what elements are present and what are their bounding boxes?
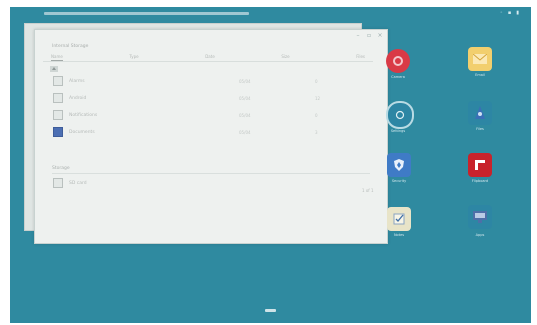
status-bar: ◦ ▪ ▮ bbox=[10, 7, 531, 19]
folder-icon bbox=[53, 110, 63, 120]
file-size: 12 bbox=[315, 95, 321, 101]
section-header: Storage bbox=[52, 166, 70, 171]
window-titlebar: – ▫ × bbox=[35, 30, 387, 42]
app-label: Notes bbox=[393, 233, 405, 237]
notification-bar[interactable] bbox=[44, 11, 249, 15]
camera-icon[interactable] bbox=[386, 49, 410, 73]
notes-icon[interactable] bbox=[387, 207, 411, 231]
status-icons: ◦ ▪ ▮ bbox=[500, 10, 519, 16]
list-item[interactable]: SD card bbox=[45, 176, 371, 190]
up-folder-icon[interactable] bbox=[50, 66, 58, 72]
tab-type[interactable]: Type bbox=[129, 52, 138, 61]
tablet-screen: ◦ ▪ ▮ – ▫ × Internal Storage Name Type D… bbox=[10, 7, 531, 323]
file-date: 05/04 bbox=[239, 95, 251, 101]
app-grid-icon[interactable] bbox=[468, 205, 492, 229]
file-name: Android bbox=[69, 95, 87, 101]
file-date: 05/04 bbox=[239, 78, 251, 84]
folder-icon bbox=[53, 76, 63, 86]
column-tabs: Name Type Date Size Files bbox=[43, 52, 373, 62]
list-item[interactable]: Android 05/04 12 bbox=[45, 91, 371, 105]
home-button[interactable] bbox=[265, 309, 276, 312]
file-name: Documents bbox=[69, 129, 95, 135]
app-label: Files bbox=[476, 127, 484, 131]
folder-icon bbox=[53, 127, 63, 137]
file-size: 3 bbox=[315, 129, 318, 135]
email-icon[interactable] bbox=[468, 47, 492, 71]
file-name: SD card bbox=[69, 180, 87, 186]
app-label: Apps bbox=[475, 233, 485, 237]
close-icon[interactable]: × bbox=[377, 33, 383, 39]
flipboard-icon[interactable] bbox=[468, 153, 492, 177]
folder-icon bbox=[53, 93, 63, 103]
divider bbox=[52, 173, 370, 174]
file-date: 05/04 bbox=[239, 112, 251, 118]
app-label: Email bbox=[475, 73, 485, 77]
folder-path: Internal Storage bbox=[52, 44, 89, 49]
app-label: Flipboard bbox=[471, 179, 489, 183]
sd-card-icon bbox=[53, 178, 63, 188]
maximize-icon[interactable]: ▫ bbox=[366, 33, 372, 39]
file-manager-window[interactable]: – ▫ × Internal Storage Name Type Date Si… bbox=[34, 29, 388, 244]
list-item[interactable]: Notifications 05/04 0 bbox=[45, 108, 371, 122]
shield-icon[interactable] bbox=[387, 153, 411, 177]
file-name: Notifications bbox=[69, 112, 98, 118]
app-label: Camera bbox=[391, 75, 405, 79]
file-date: 05/04 bbox=[239, 129, 251, 135]
list-item[interactable]: Alarms 05/04 0 bbox=[45, 74, 371, 88]
app-label: Settings bbox=[390, 129, 406, 133]
file-size: 0 bbox=[315, 112, 318, 118]
tab-files[interactable]: Files bbox=[356, 52, 365, 61]
file-size: 0 bbox=[315, 78, 318, 84]
tab-size[interactable]: Size bbox=[281, 52, 289, 61]
minimize-icon[interactable]: – bbox=[355, 33, 361, 39]
list-item[interactable]: Documents 05/04 3 bbox=[45, 125, 371, 139]
battery-icon: ▮ bbox=[516, 10, 519, 16]
page-indicator: 1 of 1 bbox=[362, 188, 374, 193]
file-name: Alarms bbox=[69, 78, 85, 84]
tab-date[interactable]: Date bbox=[205, 52, 215, 61]
tab-name[interactable]: Name bbox=[51, 52, 63, 61]
gear-icon[interactable] bbox=[386, 101, 414, 129]
file-manager-icon[interactable] bbox=[468, 101, 492, 125]
app-label: Security bbox=[391, 179, 407, 183]
wifi-icon: ◦ bbox=[499, 10, 503, 16]
signal-icon: ▪ bbox=[507, 10, 512, 16]
